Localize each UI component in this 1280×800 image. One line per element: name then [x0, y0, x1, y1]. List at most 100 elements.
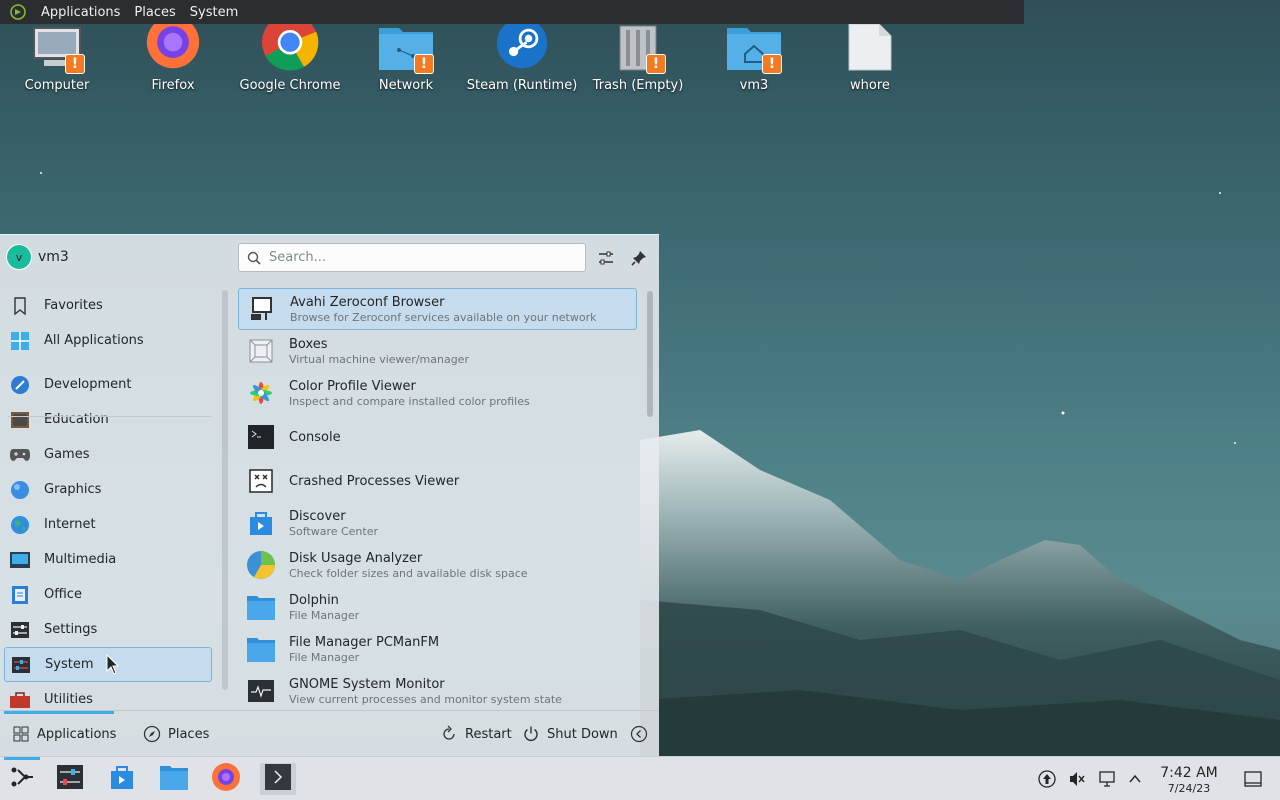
clock-date: 7/24/23: [1167, 782, 1211, 795]
warning-icon: !: [414, 54, 434, 74]
menu-system[interactable]: System: [183, 0, 245, 24]
configure-icon[interactable]: [595, 247, 617, 269]
desktop-icon-steam[interactable]: Steam (Runtime): [467, 18, 577, 93]
system-monitor-icon: [245, 675, 277, 707]
taskbar-firefox[interactable]: [209, 763, 243, 795]
steam-icon: [490, 18, 554, 72]
app-item-gnome-system-monitor[interactable]: GNOME System Monitor View current process…: [238, 670, 637, 712]
taskbar-discover[interactable]: [105, 763, 139, 795]
category-favorites[interactable]: Favorites: [4, 288, 212, 323]
category-education[interactable]: Education: [4, 402, 212, 437]
desktop-icons: ! Computer Firefox Google Chrome ! Netwo…: [0, 16, 1280, 100]
network-icon[interactable]: [1097, 769, 1117, 789]
graphics-icon: [9, 479, 31, 501]
category-settings[interactable]: Settings: [4, 612, 212, 647]
app-item-boxes[interactable]: Boxes Virtual machine viewer/manager: [238, 330, 637, 372]
grid-icon: [9, 330, 31, 352]
taskbar-console[interactable]: [260, 763, 296, 795]
category-all-applications[interactable]: All Applications: [4, 323, 212, 358]
multimedia-icon: [9, 549, 31, 571]
category-internet[interactable]: Internet: [4, 507, 212, 542]
launcher-active-indicator: [4, 757, 40, 760]
firefox-icon: [141, 16, 205, 72]
category-graphics[interactable]: Graphics: [4, 472, 212, 507]
search-icon: [247, 250, 263, 266]
desktop-icon-google-chrome[interactable]: Google Chrome: [235, 16, 345, 93]
desktop-icon-network[interactable]: ! Network: [351, 20, 461, 93]
search-input[interactable]: [269, 250, 569, 265]
power-icon: [522, 725, 540, 743]
compass-icon: [143, 725, 161, 743]
category-multimedia[interactable]: Multimedia: [4, 542, 212, 577]
mouse-cursor-icon: [106, 654, 120, 675]
computer-icon: !: [25, 20, 89, 74]
desktop-icon-vm3[interactable]: ! vm3: [699, 20, 809, 93]
app-item-discover[interactable]: Discover Software Center: [238, 502, 637, 544]
taskbar-system-settings[interactable]: [53, 763, 87, 795]
warning-icon: !: [65, 54, 85, 74]
console-icon: [264, 763, 292, 795]
restart-button[interactable]: Restart: [440, 723, 512, 745]
network-computer-icon: [246, 293, 278, 325]
app-item-dolphin[interactable]: Dolphin File Manager: [238, 586, 637, 628]
chrome-icon: [258, 16, 322, 72]
crash-icon: [245, 465, 277, 497]
desktop-icon-whore[interactable]: whore: [815, 20, 925, 93]
category-list: Favorites All Applications Development E…: [0, 288, 222, 712]
launcher-footer: Applications Places Restart Shut Down: [0, 710, 659, 757]
category-development[interactable]: Development: [4, 367, 212, 402]
menu-places[interactable]: Places: [127, 0, 182, 24]
discover-icon: [245, 507, 277, 539]
tab-places[interactable]: Places: [143, 723, 209, 745]
settings-icon: [9, 619, 31, 641]
app-item-color-profile-viewer[interactable]: Color Profile Viewer Inspect and compare …: [238, 372, 637, 414]
boxes-icon: [245, 335, 277, 367]
launcher-button[interactable]: [4, 763, 38, 795]
menu-applications[interactable]: Applications: [34, 0, 127, 24]
chevron-left-icon: [630, 725, 648, 743]
color-profile-icon: [245, 377, 277, 409]
clock-time: 7:42 AM: [1160, 765, 1218, 781]
kde-launcher-icon: [8, 764, 34, 794]
app-item-avahi-zeroconf-browser[interactable]: Avahi Zeroconf Browser Browse for Zerocon…: [238, 288, 637, 330]
user-name: vm3: [38, 249, 69, 265]
tab-applications[interactable]: Applications: [12, 723, 116, 745]
app-item-disk-usage-analyzer[interactable]: Disk Usage Analyzer Check folder sizes an…: [238, 544, 637, 586]
education-icon: [9, 409, 31, 431]
folder-icon: [245, 591, 277, 623]
shutdown-button[interactable]: Shut Down: [522, 723, 618, 745]
category-office[interactable]: Office: [4, 577, 212, 612]
category-scrollbar[interactable]: [222, 290, 228, 690]
clock[interactable]: 7:42 AM 7/24/23: [1152, 765, 1226, 795]
update-notifier-icon[interactable]: [1037, 769, 1057, 789]
chevron-up-icon[interactable]: [1125, 769, 1145, 789]
app-list-scrollbar[interactable]: [647, 291, 653, 417]
desktop-icon-computer[interactable]: ! Computer: [2, 20, 112, 93]
avatar[interactable]: v: [6, 244, 32, 270]
app-item-crashed-processes-viewer[interactable]: Crashed Processes Viewer: [238, 460, 637, 502]
category-utilities[interactable]: Utilities: [4, 682, 212, 712]
bookmark-icon: [9, 295, 31, 317]
category-games[interactable]: Games: [4, 437, 212, 472]
leave-menu-button[interactable]: [630, 723, 655, 745]
network-folder-icon: !: [374, 20, 438, 74]
app-item-console[interactable]: Console: [238, 414, 637, 460]
folder-icon: [159, 763, 189, 795]
distro-logo-icon[interactable]: [8, 2, 28, 22]
desktop-icon-firefox[interactable]: Firefox: [118, 16, 228, 93]
show-desktop-icon[interactable]: [1243, 769, 1263, 789]
development-icon: [9, 374, 31, 396]
warning-icon: !: [762, 54, 782, 74]
application-list: Avahi Zeroconf Browser Browse for Zerocon…: [238, 288, 638, 712]
app-item-file-manager-pcmanfm[interactable]: File Manager PCManFM File Manager: [238, 628, 637, 670]
desktop-icon-trash[interactable]: ! Trash (Empty): [583, 20, 693, 93]
application-launcher: v vm3 Favorites All Applications Develop…: [0, 234, 659, 756]
firefox-icon: [211, 762, 241, 796]
category-separator: [8, 416, 212, 417]
home-folder-icon: !: [722, 20, 786, 74]
volume-muted-icon[interactable]: [1067, 769, 1087, 789]
taskbar-file-manager[interactable]: [157, 763, 191, 795]
warning-icon: !: [646, 54, 666, 74]
search-box[interactable]: [238, 243, 586, 272]
pin-icon[interactable]: [628, 247, 650, 269]
